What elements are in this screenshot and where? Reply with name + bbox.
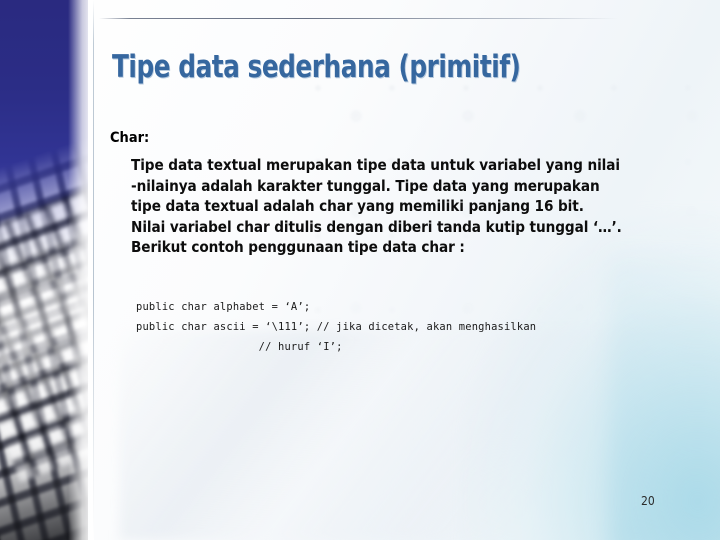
section-label-char: Char: <box>110 130 150 146</box>
body-text-line: Tipe data textual merupakan tipe data un… <box>131 156 620 174</box>
body-text-line: Berikut contoh penggunaan tipe data char… <box>131 238 465 256</box>
code-line: public char ascii = ‘\111’; // jika dice… <box>136 321 537 333</box>
body-text-line: Nilai variabel char ditulis dengan diber… <box>131 217 622 236</box>
background-cyan-glow-bottom-right <box>460 210 720 540</box>
body-text-line: -nilainya adalah karakter tunggal. Tipe … <box>131 176 600 195</box>
photo-edge-feather <box>68 0 94 540</box>
page-title: Tipe data sederhana (primitif) <box>112 49 521 85</box>
horizontal-rule <box>99 18 618 19</box>
page-number: 20 <box>641 494 655 508</box>
code-sample-block: public char alphabet = ‘A’; public char … <box>136 297 696 357</box>
body-paragraph: Tipe data textual merupakan tipe data un… <box>131 155 701 258</box>
body-text-line: tipe data textual adalah char yang memil… <box>131 197 584 215</box>
code-line: public char alphabet = ‘A’; <box>136 301 311 313</box>
code-line: // huruf ‘I’; <box>136 341 343 353</box>
slide-canvas: Tipe data sederhana (primitif) Char: Tip… <box>0 0 720 540</box>
vertical-divider-line <box>93 0 94 540</box>
